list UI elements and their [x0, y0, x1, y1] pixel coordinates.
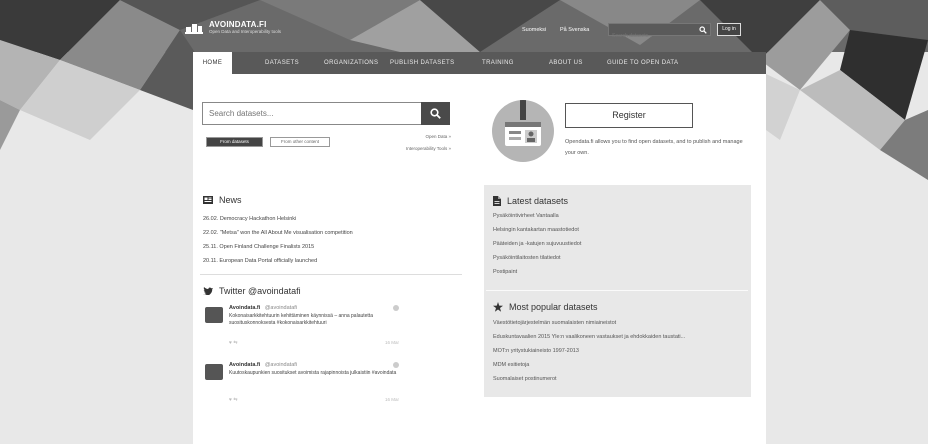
nav-guide-to-open-data[interactable]: GUIDE TO OPEN DATA [607, 52, 678, 74]
tweet-handle[interactable]: @avoindatafi [265, 305, 297, 311]
document-icon [493, 196, 501, 206]
header-search-input[interactable] [609, 30, 695, 42]
popular-datasets-heading: Most popular datasets [493, 302, 598, 312]
interoperability-tools-link[interactable]: Interoperability Tools » [380, 146, 451, 151]
search-button[interactable] [421, 102, 450, 125]
latest-datasets-heading: Latest datasets [493, 196, 568, 206]
avatar[interactable] [205, 307, 223, 323]
news-item[interactable]: 20.11. European Data Portal officially l… [203, 254, 463, 268]
popular-datasets-list: Väestötietojärjestelmän suomalaisten nim… [493, 316, 748, 386]
news-heading: News [203, 195, 242, 205]
site-logo[interactable]: AVOINDATA.FI Open Data and Interoperabil… [185, 20, 281, 35]
tweet-actions[interactable]: ♥ ⇆ [229, 340, 238, 346]
latest-datasets-title: Latest datasets [507, 196, 569, 206]
news-title: News [219, 195, 242, 205]
main-navigation: HOME DATASETS ORGANIZATIONS PUBLISH DATA… [193, 52, 766, 76]
news-item[interactable]: 25.11. Open Finland Challenge Finalists … [203, 240, 463, 254]
news-list: 26.02. Democracy Hackathon Helsinki 22.0… [203, 212, 463, 268]
tweet-text: Kokonaisarkkitehtuurin kehittäminen käyn… [229, 313, 373, 326]
section-divider [200, 274, 462, 275]
search-icon [430, 108, 441, 119]
popular-datasets-title: Most popular datasets [509, 302, 598, 312]
tab-from-datasets[interactable]: From datasets [206, 137, 263, 147]
list-item[interactable]: Suomalaiset postinumerot [493, 372, 748, 386]
tweet-date: 16 Mar [385, 397, 400, 402]
tweet-handle[interactable]: @avoindatafi [265, 362, 297, 368]
register-description: Opendata.fi allows you to find open data… [565, 139, 743, 156]
tweet-author[interactable]: Avoindata.fi [229, 362, 260, 368]
register-button[interactable]: Register [565, 103, 693, 128]
login-button[interactable]: Log in [717, 23, 741, 36]
list-item[interactable]: Pysäköintivirheet Vantaalla [493, 209, 748, 223]
nav-publish-datasets[interactable]: PUBLISH DATASETS [390, 52, 455, 74]
twitter-heading: Twitter @avoindatafi [203, 286, 301, 296]
nav-about-us[interactable]: ABOUT US [549, 52, 583, 74]
nav-organizations[interactable]: ORGANIZATIONS [324, 52, 378, 74]
latest-datasets-list: Pysäköintivirheet Vantaalla Helsingin ka… [493, 209, 748, 279]
list-item[interactable]: Eduskuntavaalien 2015 Yle:n vaalikoneen … [493, 330, 748, 344]
tweet-actions[interactable]: ♥ ⇆ [229, 397, 238, 403]
language-finnish-link[interactable]: Suomeksi [522, 27, 546, 33]
newspaper-icon [203, 196, 213, 204]
twitter-bird-icon [393, 305, 399, 311]
logo-subtitle: Open Data and Interoperability tools [209, 29, 282, 34]
twitter-bird-icon [203, 287, 213, 295]
nav-datasets[interactable]: DATASETS [265, 52, 299, 74]
search-icon[interactable] [699, 26, 707, 34]
logo-title: AVOINDATA.FI [209, 20, 267, 29]
news-item[interactable]: 26.02. Democracy Hackathon Helsinki [203, 212, 463, 226]
dataset-search-input[interactable] [203, 103, 421, 124]
logo-icon [185, 23, 203, 34]
open-data-link[interactable]: Open Data » [400, 134, 451, 139]
tab-from-other-content[interactable]: From other content [270, 137, 330, 147]
tweet-text: Kuutoskaupunkien suositukset avoimista r… [229, 370, 397, 376]
twitter-bird-icon [393, 362, 399, 368]
dataset-search [202, 102, 450, 125]
nav-training[interactable]: TRAINING [482, 52, 514, 74]
news-item[interactable]: 22.02. "Metsa" won the All About Me visu… [203, 226, 463, 240]
id-card-icon [505, 100, 541, 146]
header-search [608, 23, 711, 42]
twitter-title: Twitter @avoindatafi [219, 286, 301, 296]
list-item[interactable]: Pysäköintilaitosten tilatiedot [493, 251, 748, 265]
list-item[interactable]: MOT:n yritystukiaineisto 1997-2013 [493, 344, 748, 358]
avatar[interactable] [205, 364, 223, 380]
list-item[interactable]: Helsingin kantakartan maastotiedot [493, 223, 748, 237]
language-swedish-link[interactable]: På Svenska [560, 27, 589, 33]
list-item[interactable]: Pääteiden ja -katujen sujuvuustiedot [493, 237, 748, 251]
id-card-illustration [492, 100, 554, 162]
star-icon [493, 302, 503, 312]
tweet-date: 16 Mar [385, 340, 400, 345]
nav-home[interactable]: HOME [193, 52, 232, 76]
site-header: AVOINDATA.FI Open Data and Interoperabil… [0, 0, 928, 52]
panel-divider [486, 290, 748, 291]
list-item[interactable]: Postipaint [493, 265, 748, 279]
list-item[interactable]: Väestötietojärjestelmän suomalaisten nim… [493, 316, 748, 330]
tweet-author[interactable]: Avoindata.fi [229, 305, 260, 311]
list-item[interactable]: MDM esitietoja [493, 358, 748, 372]
